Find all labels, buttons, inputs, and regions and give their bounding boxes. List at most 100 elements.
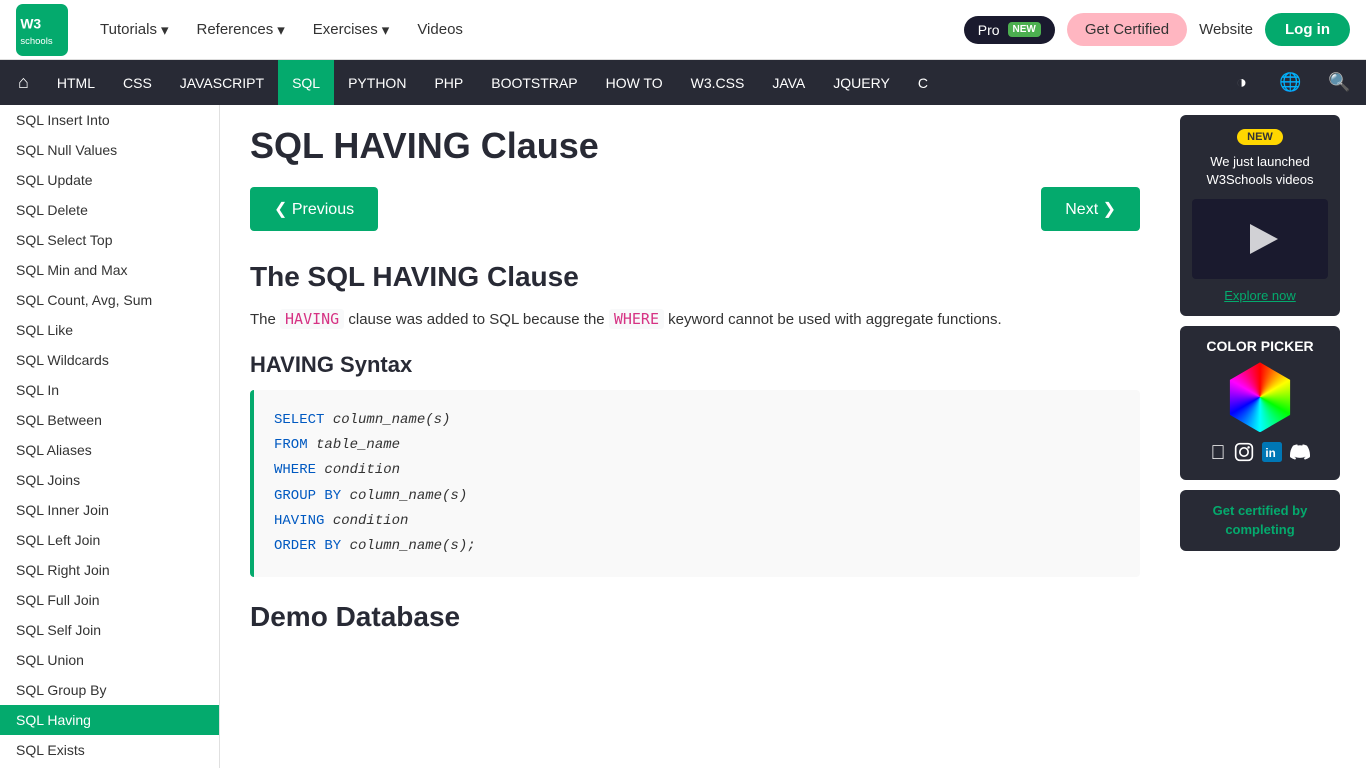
code-orderby-cols: column_name(s); <box>341 538 475 554</box>
facebook-icon[interactable]:  <box>1211 442 1226 468</box>
pro-badge[interactable]: Pro NEW <box>964 16 1055 44</box>
select-keyword: SELECT <box>274 412 324 428</box>
code-line-5: HAVING condition <box>274 509 1120 534</box>
w3css-nav[interactable]: W3.CSS <box>677 60 759 105</box>
main-layout: SQL Insert Into SQL Null Values SQL Upda… <box>0 105 1366 768</box>
videos-nav[interactable]: Videos <box>405 13 475 47</box>
website-link[interactable]: Website <box>1199 21 1253 38</box>
description-before-having: The <box>250 311 280 328</box>
python-nav[interactable]: PYTHON <box>334 60 420 105</box>
search-button[interactable]: 🔍 <box>1317 60 1362 105</box>
javascript-nav[interactable]: JAVASCRIPT <box>166 60 278 105</box>
code-line-1: SELECT column_name(s) <box>274 408 1120 433</box>
sidebar-item-sql-wildcards[interactable]: SQL Wildcards <box>0 345 219 375</box>
jquery-nav[interactable]: JQUERY <box>819 60 904 105</box>
java-nav[interactable]: JAVA <box>758 60 819 105</box>
cert-card: Get certified by completing <box>1180 490 1340 550</box>
subsection-title: HAVING Syntax <box>250 352 1140 378</box>
code-table: table_name <box>308 437 400 453</box>
description-middle: clause was added to SQL because the <box>344 311 609 328</box>
demo-title: Demo Database <box>250 601 1140 633</box>
sidebar-item-sql-inner-join[interactable]: SQL Inner Join <box>0 495 219 525</box>
sidebar-item-sql-full-join[interactable]: SQL Full Join <box>0 585 219 615</box>
description: The HAVING clause was added to SQL becau… <box>250 307 1140 332</box>
color-picker-title: COLOR PICKER <box>1192 338 1328 354</box>
login-button[interactable]: Log in <box>1265 13 1350 46</box>
explore-link[interactable]: Explore now <box>1224 288 1296 303</box>
sidebar-item-sql-joins[interactable]: SQL Joins <box>0 465 219 495</box>
sidebar-item-sql-right-join[interactable]: SQL Right Join <box>0 555 219 585</box>
theme-icon: ◑ <box>1236 72 1247 93</box>
bootstrap-nav[interactable]: BOOTSTRAP <box>477 60 591 105</box>
code-line-6: ORDER BY column_name(s); <box>274 534 1120 559</box>
logo[interactable]: W3 schools <box>16 4 68 56</box>
code-condition2: condition <box>324 513 408 529</box>
sidebar-item-sql-delete[interactable]: SQL Delete <box>0 195 219 225</box>
sidebar-item-sql-count-avg-sum[interactable]: SQL Count, Avg, Sum <box>0 285 219 315</box>
references-label: References <box>197 21 274 38</box>
language-button[interactable]: 🌐 <box>1268 60 1313 105</box>
nav-links: Tutorials ▾ References ▾ Exercises ▾ Vid… <box>88 13 944 47</box>
nav-icons-right: ◑ 🌐 🔍 <box>1219 60 1362 105</box>
svg-text:schools: schools <box>20 35 53 46</box>
search-icon: 🔍 <box>1328 72 1350 93</box>
sidebar-item-sql-left-join[interactable]: SQL Left Join <box>0 525 219 555</box>
promo-text: We just launched W3Schools videos <box>1192 153 1328 189</box>
html-nav[interactable]: HTML <box>43 60 109 105</box>
globe-icon: 🌐 <box>1279 72 1301 93</box>
top-navigation: W3 schools Tutorials ▾ References ▾ Exer… <box>0 0 1366 60</box>
sidebar-item-sql-between[interactable]: SQL Between <box>0 405 219 435</box>
discord-icon[interactable] <box>1290 442 1310 468</box>
sidebar-item-sql-group-by[interactable]: SQL Group By <box>0 675 219 705</box>
order-by-keyword: ORDER BY <box>274 538 341 554</box>
home-icon: ⌂ <box>18 72 29 93</box>
nav-buttons: ❮ Previous Next ❯ <box>250 187 1140 231</box>
tutorials-nav[interactable]: Tutorials ▾ <box>88 13 181 47</box>
c-nav[interactable]: C <box>904 60 942 105</box>
video-thumbnail <box>1192 199 1328 279</box>
code-block: SELECT column_name(s) FROM table_name WH… <box>250 390 1140 577</box>
php-nav[interactable]: PHP <box>420 60 477 105</box>
previous-button[interactable]: ❮ Previous <box>250 187 378 231</box>
main-content: SQL HAVING Clause ❮ Previous Next ❯ The … <box>220 105 1170 768</box>
where-keyword-code: WHERE <box>274 462 316 478</box>
chevron-down-icon: ▾ <box>382 21 390 39</box>
css-nav[interactable]: CSS <box>109 60 166 105</box>
sidebar-item-sql-insert-into[interactable]: SQL Insert Into <box>0 105 219 135</box>
sidebar-item-sql-union[interactable]: SQL Union <box>0 645 219 675</box>
from-keyword: FROM <box>274 437 308 453</box>
home-nav[interactable]: ⌂ <box>4 60 43 105</box>
sql-nav[interactable]: SQL <box>278 60 334 105</box>
sidebar-item-sql-aliases[interactable]: SQL Aliases <box>0 435 219 465</box>
tutorials-label: Tutorials <box>100 21 157 38</box>
where-keyword: WHERE <box>609 309 664 329</box>
sidebar-item-sql-having[interactable]: SQL Having <box>0 705 219 735</box>
sidebar-item-sql-update[interactable]: SQL Update <box>0 165 219 195</box>
sidebar-item-sql-exists[interactable]: SQL Exists <box>0 735 219 765</box>
sidebar-item-sql-self-join[interactable]: SQL Self Join <box>0 615 219 645</box>
video-preview-icon <box>1230 214 1290 264</box>
having-keyword: HAVING <box>280 309 344 329</box>
cert-text: Get certified by completing <box>1192 502 1328 538</box>
w3schools-logo: W3 schools <box>16 4 68 56</box>
color-picker-card: COLOR PICKER  in <box>1180 326 1340 480</box>
svg-text:in: in <box>1265 447 1275 460</box>
chevron-down-icon: ▾ <box>161 21 169 39</box>
instagram-icon[interactable] <box>1234 442 1254 468</box>
theme-toggle-button[interactable]: ◑ <box>1219 60 1264 105</box>
sidebar-item-sql-like[interactable]: SQL Like <box>0 315 219 345</box>
sidebar-item-sql-in[interactable]: SQL In <box>0 375 219 405</box>
howto-nav[interactable]: HOW TO <box>592 60 677 105</box>
cert-green-text: Get certified <box>1213 503 1289 518</box>
get-certified-button[interactable]: Get Certified <box>1067 13 1187 46</box>
color-wheel[interactable] <box>1225 362 1295 432</box>
next-button[interactable]: Next ❯ <box>1041 187 1140 231</box>
sidebar-item-sql-null-values[interactable]: SQL Null Values <box>0 135 219 165</box>
sidebar-item-sql-min-max[interactable]: SQL Min and Max <box>0 255 219 285</box>
nav-right: Pro NEW Get Certified Website Log in <box>964 13 1350 46</box>
sidebar-item-sql-select-top[interactable]: SQL Select Top <box>0 225 219 255</box>
sidebar: SQL Insert Into SQL Null Values SQL Upda… <box>0 105 220 768</box>
references-nav[interactable]: References ▾ <box>185 13 297 47</box>
linkedin-icon[interactable]: in <box>1262 442 1282 468</box>
exercises-nav[interactable]: Exercises ▾ <box>301 13 402 47</box>
